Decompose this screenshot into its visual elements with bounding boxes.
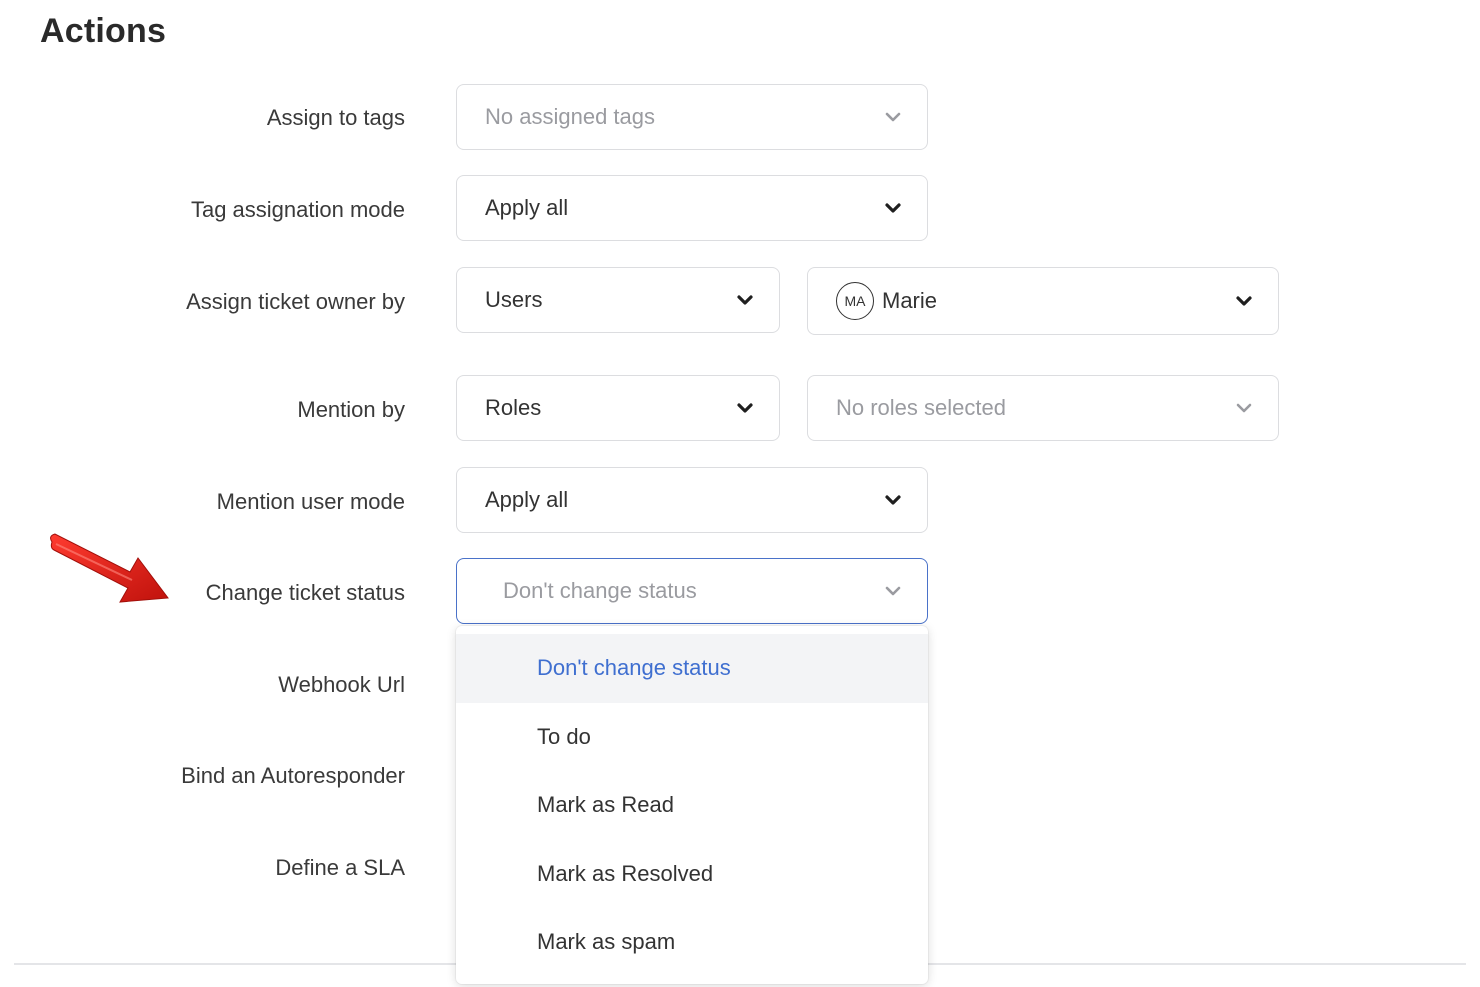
chevron-down-icon	[885, 203, 901, 213]
mention-user-mode-value: Apply all	[485, 487, 569, 512]
status-dropdown-menu: Don't change status To do Mark as Read M…	[456, 626, 928, 984]
red-arrow-annotation	[50, 533, 169, 603]
bind-autoresponder-label: Bind an Autoresponder	[181, 763, 405, 788]
chevron-down-icon	[885, 495, 901, 505]
status-option-to-do[interactable]: To do	[456, 703, 928, 772]
status-option-mark-read[interactable]: Mark as Read	[456, 771, 928, 840]
avatar: MA	[836, 282, 874, 320]
chevron-down-icon	[737, 403, 753, 413]
change-ticket-status-label: Change ticket status	[205, 580, 405, 605]
section-title: Actions	[40, 12, 167, 50]
define-sla-label: Define a SLA	[275, 855, 405, 880]
chevron-down-icon	[885, 112, 901, 122]
assign-to-tags-select[interactable]: No assigned tags	[456, 84, 928, 150]
tag-assignation-mode-label: Tag assignation mode	[190, 197, 405, 222]
actions-page: Actions Assign to tags No assigned tags …	[0, 0, 1480, 987]
mention-roles-value: No roles selected	[836, 395, 1006, 420]
chevron-down-icon	[885, 586, 901, 596]
mention-type-select[interactable]: Roles	[456, 375, 780, 441]
chevron-down-icon	[1236, 403, 1252, 413]
mention-by-label: Mention by	[297, 397, 405, 422]
mention-type-value: Roles	[485, 395, 542, 420]
owner-type-select[interactable]: Users	[456, 267, 780, 333]
tag-assignation-mode-select[interactable]: Apply all	[456, 175, 928, 241]
change-ticket-status-value: Don't change status	[503, 578, 697, 603]
assign-to-tags-value: No assigned tags	[485, 104, 655, 129]
owner-user-select[interactable]: MA Marie	[807, 267, 1279, 335]
mention-user-mode-label: Mention user mode	[216, 489, 405, 514]
chevron-down-icon	[737, 295, 753, 305]
status-option-dont-change[interactable]: Don't change status	[456, 634, 928, 703]
mention-user-mode-select[interactable]: Apply all	[456, 467, 928, 533]
owner-user-value: Marie	[882, 288, 938, 313]
webhook-url-label: Webhook Url	[278, 672, 405, 697]
owner-type-value: Users	[485, 287, 543, 312]
assign-to-tags-label: Assign to tags	[266, 105, 405, 130]
status-option-mark-resolved[interactable]: Mark as Resolved	[456, 840, 928, 909]
change-ticket-status-select[interactable]: Don't change status	[456, 558, 928, 624]
mention-roles-select[interactable]: No roles selected	[807, 375, 1279, 441]
assign-ticket-owner-by-label: Assign ticket owner by	[186, 289, 405, 314]
status-option-mark-spam[interactable]: Mark as spam	[456, 908, 928, 977]
chevron-down-icon	[1236, 296, 1252, 306]
tag-assignation-mode-value: Apply all	[485, 195, 569, 220]
